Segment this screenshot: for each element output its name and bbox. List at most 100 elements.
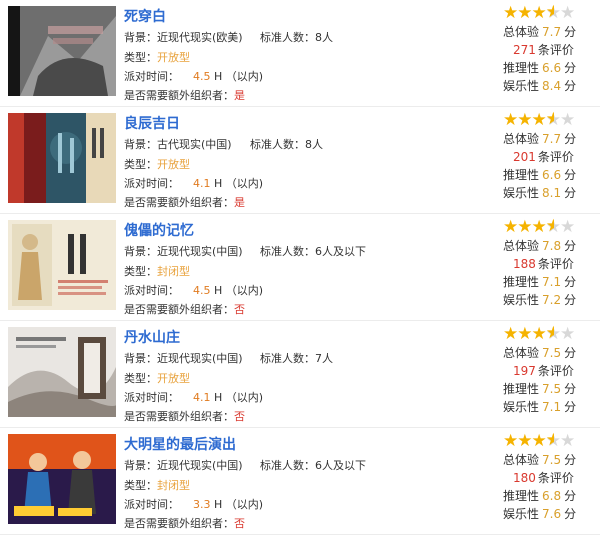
star-icon: ★ <box>517 324 532 344</box>
fun-label: 娱乐性 <box>503 507 540 521</box>
reasoning-value: 6.8 <box>542 489 562 503</box>
star-icon: ★ <box>503 324 518 344</box>
time-label: 派对时间： <box>124 498 179 511</box>
game-card[interactable]: 良辰吉日 背景：古代现实(中国) 标准人数：8人 类型：开放型 派对时间： 4.… <box>0 107 600 214</box>
game-cover-image[interactable] <box>8 327 116 417</box>
game-cover-image[interactable] <box>8 113 116 203</box>
time-row: 派对时间： 4.5 H （以内) <box>124 282 263 298</box>
fun-unit: 分 <box>564 293 577 307</box>
time-label: 派对时间： <box>124 284 179 297</box>
review-count[interactable]: 201 条评价 <box>513 148 574 165</box>
time-value: 4.1 <box>193 391 211 404</box>
type-label: 类型： <box>124 51 157 64</box>
star-icon: ★ <box>517 3 532 23</box>
game-title[interactable]: 大明星的最后演出 <box>124 434 236 454</box>
organizer-value: 否 <box>234 303 245 316</box>
reasoning-label: 推理性 <box>503 61 540 75</box>
background-row: 背景：古代现实(中国) <box>124 136 232 152</box>
star-icon: ★ <box>517 217 532 237</box>
reasoning-score: 推理性 6.8 分 <box>503 487 576 504</box>
type-value: 封闭型 <box>157 265 190 278</box>
fun-label: 娱乐性 <box>503 293 540 307</box>
time-row: 派对时间： 4.1 H （以内) <box>124 389 263 405</box>
organizer-label: 是否需要额外组织者： <box>124 196 234 209</box>
review-count[interactable]: 271 条评价 <box>513 41 574 58</box>
background-value: 近现代现实(欧美) <box>157 31 243 44</box>
game-card[interactable]: 大明星的最后演出 背景：近现代现实(中国) 标准人数：6人及以下 类型：封闭型 … <box>0 428 600 535</box>
star-half-icon: ★ <box>546 217 561 237</box>
fun-label: 娱乐性 <box>503 79 540 93</box>
time-unit: H （以内) <box>214 177 264 190</box>
game-cover-image[interactable] <box>8 220 116 310</box>
star-icon: ★ <box>503 110 518 130</box>
game-cover-image[interactable] <box>8 6 116 96</box>
time-value: 4.5 <box>193 70 211 83</box>
players-value: 8人 <box>315 31 333 44</box>
game-title[interactable]: 良辰吉日 <box>124 113 180 133</box>
type-label: 类型： <box>124 479 157 492</box>
players-value: 6人及以下 <box>315 459 366 472</box>
reasoning-score: 推理性 7.1 分 <box>503 273 576 290</box>
reasoning-score: 推理性 6.6 分 <box>503 166 576 183</box>
fun-unit: 分 <box>564 400 577 414</box>
star-empty-icon: ★ <box>560 431 575 451</box>
organizer-label: 是否需要额外组织者： <box>124 303 234 316</box>
organizer-value: 否 <box>234 410 245 423</box>
review-count-label: 条评价 <box>537 364 574 378</box>
fun-unit: 分 <box>564 507 577 521</box>
reasoning-score: 推理性 6.6 分 <box>503 59 576 76</box>
time-unit: H （以内) <box>214 498 264 511</box>
star-empty-icon: ★ <box>560 217 575 237</box>
time-label: 派对时间： <box>124 391 179 404</box>
players-label: 标准人数： <box>260 245 315 258</box>
type-row: 类型：封闭型 <box>124 263 190 279</box>
type-row: 类型：开放型 <box>124 370 190 386</box>
fun-value: 7.2 <box>542 293 562 307</box>
overall-unit: 分 <box>564 25 577 39</box>
game-card[interactable]: 死穿白 背景：近现代现实(欧美) 标准人数：8人 类型：开放型 派对时间： 4.… <box>0 0 600 107</box>
type-label: 类型： <box>124 265 157 278</box>
review-count[interactable]: 197 条评价 <box>513 362 574 379</box>
overall-score: 总体验 7.5 分 <box>503 451 576 468</box>
type-label: 类型： <box>124 158 157 171</box>
time-unit: H （以内) <box>214 391 264 404</box>
game-title[interactable]: 死穿白 <box>124 6 166 26</box>
game-title[interactable]: 丹水山庄 <box>124 327 180 347</box>
reasoning-label: 推理性 <box>503 382 540 396</box>
background-value: 近现代现实(中国) <box>157 352 243 365</box>
star-icon: ★ <box>503 217 518 237</box>
star-half-icon: ★ <box>546 324 561 344</box>
star-half-icon: ★ <box>546 431 561 451</box>
reasoning-score: 推理性 7.5 分 <box>503 380 576 397</box>
game-title[interactable]: 傀儡的记忆 <box>124 220 194 240</box>
game-cover-image[interactable] <box>8 434 116 524</box>
overall-value: 7.7 <box>542 25 562 39</box>
fun-score: 娱乐性 7.1 分 <box>503 398 576 415</box>
review-count[interactable]: 188 条评价 <box>513 255 574 272</box>
background-label: 背景： <box>124 245 157 258</box>
review-count-value: 188 <box>513 257 536 271</box>
background-value: 近现代现实(中国) <box>157 245 243 258</box>
cover-art-5 <box>8 434 116 524</box>
star-icon: ★ <box>503 431 518 451</box>
review-count[interactable]: 180 条评价 <box>513 469 574 486</box>
overall-label: 总体验 <box>503 239 540 253</box>
time-unit: H （以内) <box>214 70 264 83</box>
star-icon: ★ <box>503 3 518 23</box>
reasoning-unit: 分 <box>564 489 577 503</box>
time-row: 派对时间： 3.3 H （以内) <box>124 496 263 512</box>
star-icon: ★ <box>531 324 547 344</box>
players-label: 标准人数： <box>260 31 315 44</box>
reasoning-value: 6.6 <box>542 168 562 182</box>
fun-value: 8.4 <box>542 79 562 93</box>
cover-art-2 <box>8 113 116 203</box>
fun-score: 娱乐性 7.6 分 <box>503 505 576 522</box>
game-card[interactable]: 丹水山庄 背景：近现代现实(中国) 标准人数：7人 类型：开放型 派对时间： 4… <box>0 321 600 428</box>
game-card[interactable]: 傀儡的记忆 背景：近现代现实(中国) 标准人数：6人及以下 类型：封闭型 派对时… <box>0 214 600 321</box>
overall-value: 7.8 <box>542 239 562 253</box>
overall-unit: 分 <box>564 239 577 253</box>
fun-score: 娱乐性 8.4 分 <box>503 77 576 94</box>
star-rating: ★★★★ ★ <box>503 3 575 23</box>
cover-art-1 <box>8 6 116 96</box>
background-row: 背景：近现代现实(欧美) <box>124 29 243 45</box>
